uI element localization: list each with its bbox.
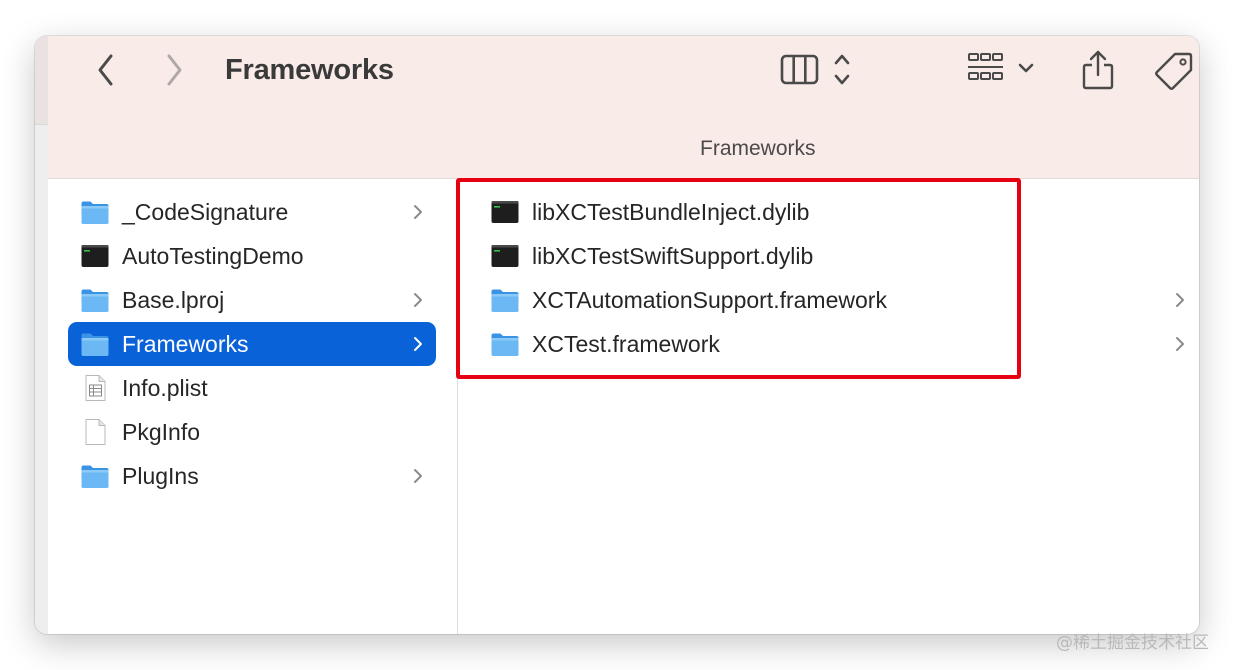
watermark: @稀土掘金技术社区 bbox=[1056, 633, 1209, 653]
share-button[interactable] bbox=[1078, 48, 1118, 92]
folder-icon bbox=[80, 198, 110, 226]
group-button[interactable] bbox=[966, 50, 1040, 90]
highlight-annotation-box bbox=[456, 178, 1021, 379]
list-item[interactable]: _CodeSignature bbox=[68, 190, 436, 234]
list-item[interactable]: PlugIns bbox=[68, 454, 436, 498]
folder-icon bbox=[80, 462, 110, 490]
finder-window: Frameworks Frameworks _CodeSignature Aut… bbox=[35, 36, 1199, 634]
item-label: Base.lproj bbox=[122, 287, 225, 313]
item-label: PlugIns bbox=[122, 463, 199, 489]
chevron-right-icon bbox=[414, 293, 422, 307]
list-item[interactable]: Info.plist bbox=[68, 366, 436, 410]
plist-file-icon bbox=[80, 374, 110, 402]
list-item[interactable]: PkgInfo bbox=[68, 410, 436, 454]
chevron-right-icon bbox=[414, 337, 422, 351]
executable-icon bbox=[80, 242, 110, 270]
window-title: Frameworks bbox=[225, 54, 394, 86]
list-item[interactable]: Base.lproj bbox=[68, 278, 436, 322]
browser-column-1: _CodeSignature AutoTestingDemo Base.lpro… bbox=[48, 179, 458, 634]
list-item-selected[interactable]: Frameworks bbox=[68, 322, 436, 366]
back-button[interactable] bbox=[88, 50, 124, 90]
item-label: Frameworks bbox=[122, 331, 249, 357]
toolbar: Frameworks Frameworks bbox=[48, 36, 1199, 179]
chevron-right-icon bbox=[414, 469, 422, 483]
chevron-right-icon bbox=[167, 54, 182, 86]
item-label: Info.plist bbox=[122, 375, 208, 401]
chevron-left-icon bbox=[98, 54, 113, 86]
item-label: PkgInfo bbox=[122, 419, 200, 445]
tag-icon bbox=[1155, 52, 1193, 90]
chevron-right-icon bbox=[414, 205, 422, 219]
columns-view-icon bbox=[780, 54, 850, 85]
forward-button[interactable] bbox=[156, 50, 192, 90]
item-label: _CodeSignature bbox=[122, 199, 289, 225]
tag-button[interactable] bbox=[1152, 50, 1196, 92]
list-item[interactable]: AutoTestingDemo bbox=[68, 234, 436, 278]
share-icon bbox=[1082, 50, 1114, 90]
background-window-edge bbox=[35, 36, 48, 634]
chevron-right-icon bbox=[1176, 293, 1184, 307]
folder-icon bbox=[80, 286, 110, 314]
grid-group-icon bbox=[968, 53, 1034, 80]
chevron-right-icon bbox=[1176, 337, 1184, 351]
item-label: AutoTestingDemo bbox=[122, 243, 304, 269]
folder-icon bbox=[80, 330, 110, 358]
document-icon bbox=[80, 418, 110, 446]
view-mode-button[interactable] bbox=[778, 50, 860, 90]
column-path-label: Frameworks bbox=[700, 137, 816, 160]
